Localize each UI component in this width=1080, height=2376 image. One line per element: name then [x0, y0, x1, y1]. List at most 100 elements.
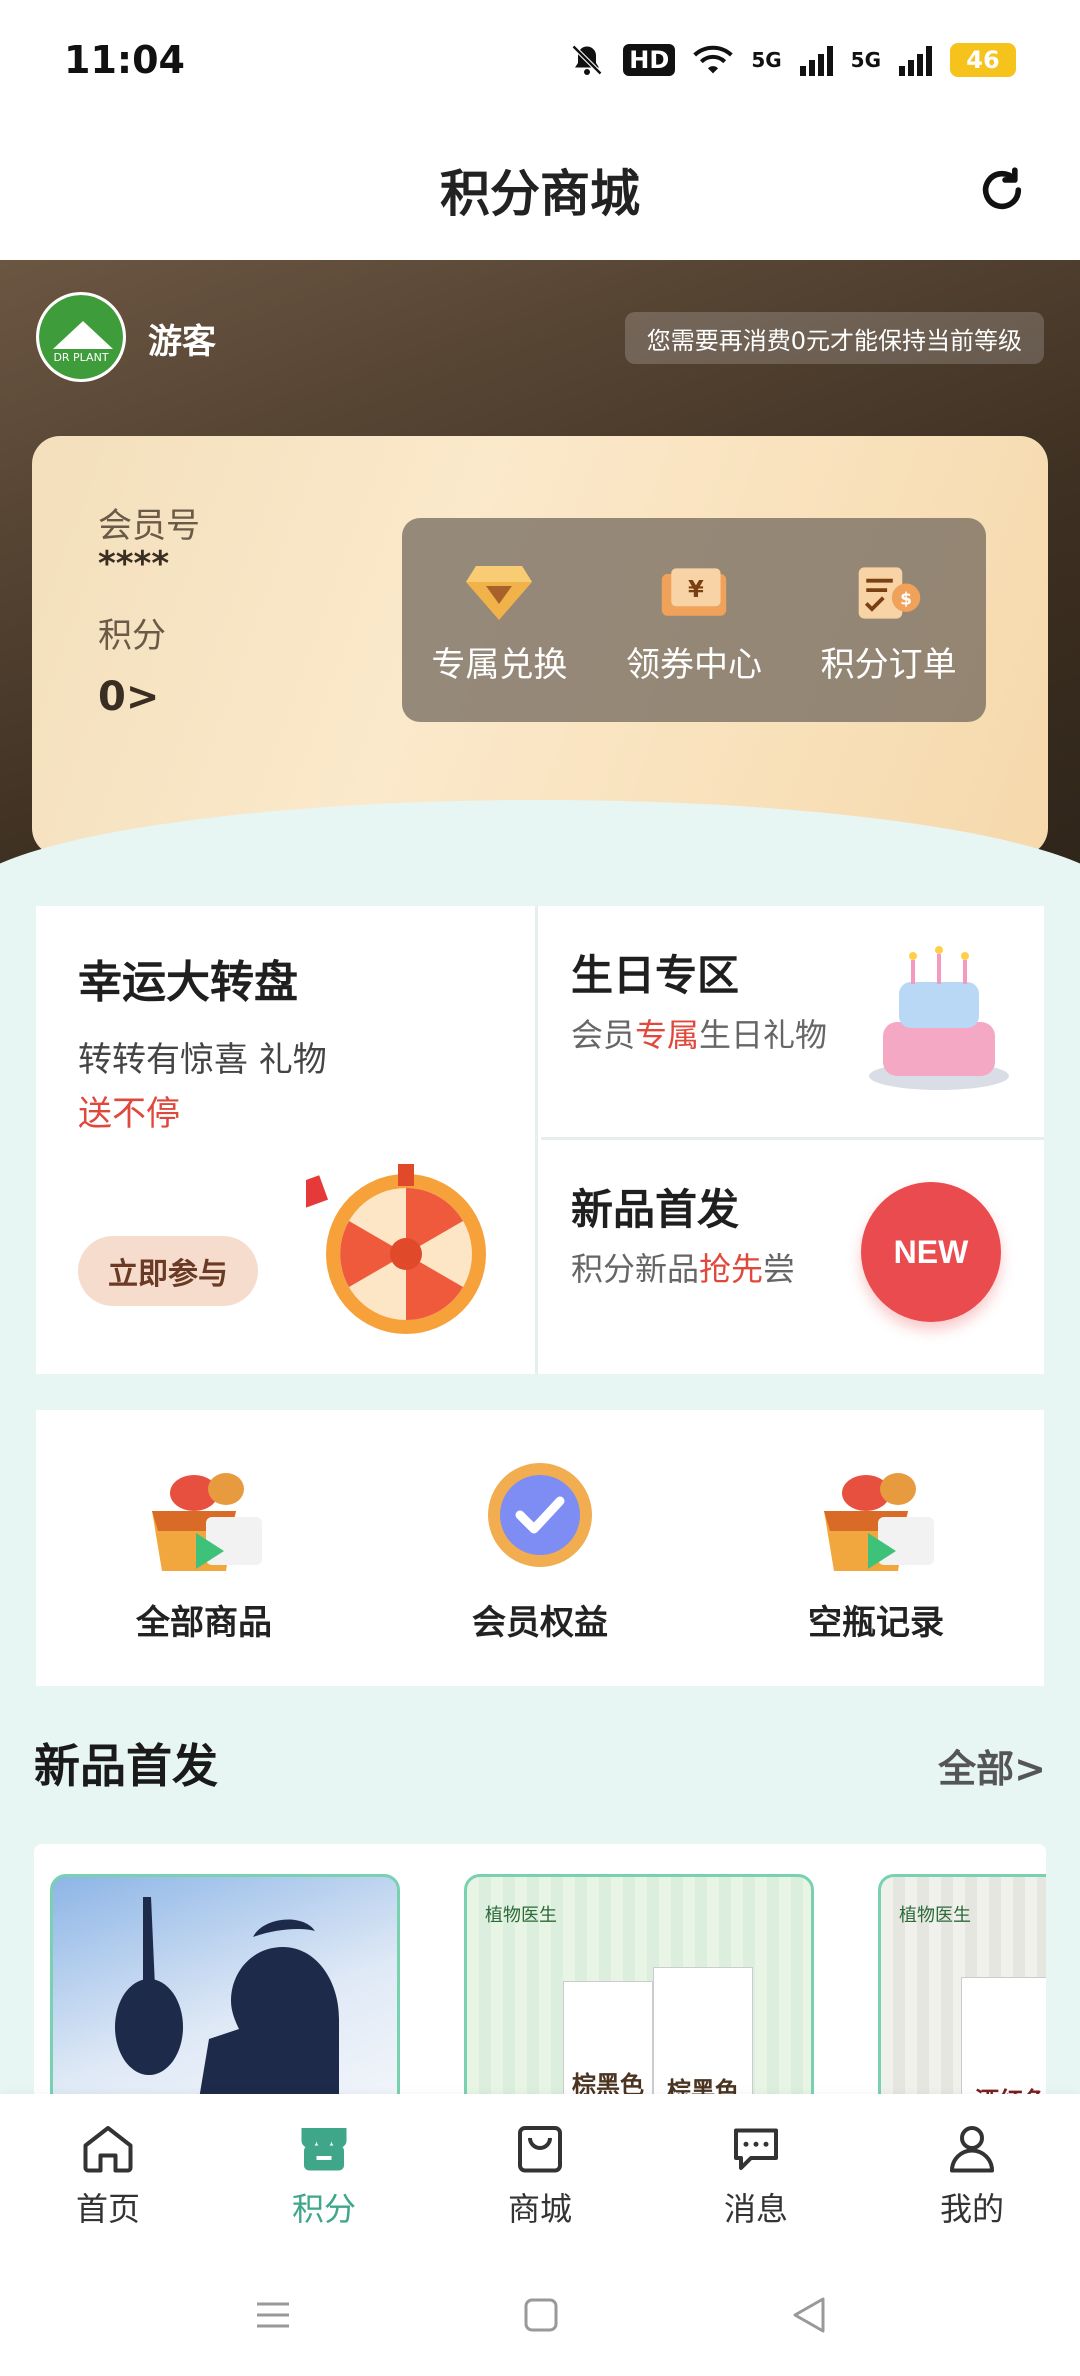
birthday-sub-a: 会员	[571, 1016, 636, 1054]
refresh-icon[interactable]	[974, 162, 1030, 218]
diamond-icon	[466, 565, 533, 620]
quick-action-exclusive-exchange[interactable]: 专属兑换	[431, 563, 567, 686]
network-type-1: 5G	[751, 48, 782, 72]
tab-label: 首页	[75, 2190, 140, 2228]
quick-action-coupon-center[interactable]: ¥ 领券中心	[626, 563, 762, 686]
avatar[interactable]: DR PLANT	[36, 292, 126, 382]
product-box-2: 棕黑色	[653, 1967, 753, 2094]
quick-action-label: 积分订单	[820, 644, 957, 685]
quick-actions: 专属兑换 ¥ 领券中心 $ 积分订单	[402, 518, 986, 722]
product-label: 棕黑色	[572, 2071, 644, 2094]
product-card[interactable]: 植物医生 棕黑色 棕黑色	[464, 1874, 814, 2094]
svg-text:$: $	[900, 589, 912, 609]
new-arrival-sub-a: 积分新品	[571, 1250, 700, 1288]
product-label-2: 棕黑色	[667, 2077, 739, 2094]
lucky-wheel-sub-1: 转转有惊喜 礼物	[78, 1040, 327, 1080]
hd-badge: HD	[623, 44, 676, 76]
prize-wheel-icon	[306, 1164, 486, 1334]
home-square-icon[interactable]	[523, 2297, 559, 2333]
battery-icon: 46	[950, 43, 1016, 77]
points-value[interactable]: 0>	[98, 674, 159, 720]
service-all-goods[interactable]: 全部商品	[74, 1453, 334, 1644]
tab-label: 商城	[507, 2190, 572, 2228]
tab-label: 消息	[723, 2190, 788, 2228]
new-arrival-subtitle: 积分新品抢先尝	[571, 1244, 795, 1290]
join-now-button[interactable]: 立即参与	[78, 1236, 258, 1306]
tab-messages[interactable]: 消息	[676, 2118, 836, 2230]
all-goods-icon	[152, 1472, 262, 1571]
tab-profile[interactable]: 我的	[892, 2118, 1052, 2230]
nav-header: 积分商城	[0, 120, 1080, 260]
member-no-label: 会员号	[98, 506, 200, 546]
profile-icon	[950, 2126, 994, 2173]
product-box: 棕黑色	[563, 1981, 653, 2094]
status-time: 11:04	[64, 38, 185, 82]
member-no-value: ****	[98, 544, 170, 584]
empty-bottle-icon	[824, 1472, 934, 1571]
status-icons: HD 5G 5G 46	[569, 42, 1016, 78]
order-icon: $	[858, 566, 920, 619]
new-arrival-sub-c: 尝	[763, 1250, 796, 1288]
member-benefits-icon	[488, 1462, 592, 1567]
quick-action-points-orders[interactable]: $ 积分订单	[821, 563, 957, 686]
product-carousel: 植物医生 棕黑色 棕黑色 植物医生 酒红色	[34, 1844, 1046, 2094]
back-icon[interactable]	[789, 2295, 827, 2335]
new-arrival-title: 新品首发	[571, 1185, 740, 1234]
member-card: 会员号 **** 积分 0> 专属兑换 ¥ 领券中心 $ 积分订单	[32, 436, 1048, 856]
service-empty-bottle-records[interactable]: 空瓶记录	[746, 1453, 1006, 1644]
tab-home[interactable]: 首页	[28, 2118, 188, 2230]
page-title: 积分商城	[440, 165, 640, 223]
birthday-title: 生日专区	[571, 951, 740, 1000]
quick-action-label: 专属兑换	[431, 644, 568, 685]
system-navigation-bar	[0, 2254, 1080, 2376]
product-card[interactable]: 植物医生 酒红色	[878, 1874, 1046, 2094]
services-row: 全部商品 会员权益 空瓶记录	[36, 1410, 1044, 1686]
product-brand: 植物医生	[899, 1905, 971, 1926]
activity-grid: 幸运大转盘 转转有惊喜 礼物 送不停 立即参与 生日专区 会员专属生日礼物 新品…	[36, 906, 1044, 1374]
service-member-benefits[interactable]: 会员权益	[410, 1453, 670, 1644]
status-bar: 11:04 HD 5G 5G 46	[0, 0, 1080, 120]
product-brand: 植物医生	[485, 1905, 557, 1926]
message-icon	[734, 2128, 778, 2170]
product-label: 酒红色	[962, 2081, 1046, 2094]
avatar-brand-text: DR PLANT	[53, 351, 109, 364]
lucky-wheel-card[interactable]: 幸运大转盘 转转有惊喜 礼物 送不停 立即参与	[36, 906, 538, 1374]
home-icon	[83, 2126, 133, 2173]
new-arrival-sub-b: 抢先	[699, 1250, 764, 1288]
product-card[interactable]	[50, 1874, 400, 2094]
points-shop-icon	[301, 2128, 347, 2171]
tab-shop[interactable]: 商城	[460, 2118, 620, 2230]
lucky-wheel-sub-2: 送不停	[78, 1094, 180, 1134]
coupon-icon: ¥	[661, 567, 727, 616]
network-type-2: 5G	[850, 48, 881, 72]
wifi-icon	[693, 45, 734, 74]
product-image-violinist	[115, 1897, 339, 2094]
username[interactable]: 游客	[148, 314, 216, 363]
mute-bell-icon	[572, 44, 603, 76]
service-label: 空瓶记录	[808, 1602, 944, 1643]
new-badge-icon: NEW	[861, 1182, 1001, 1322]
birthday-sub-c: 生日礼物	[699, 1016, 828, 1054]
product-box: 酒红色	[961, 1977, 1046, 2094]
menu-icon[interactable]	[253, 2298, 293, 2332]
new-arrival-card[interactable]: 新品首发 积分新品抢先尝 NEW	[541, 1140, 1044, 1374]
service-label: 会员权益	[472, 1602, 608, 1643]
birthday-subtitle: 会员专属生日礼物	[571, 1010, 827, 1056]
see-all-link[interactable]: 全部>	[938, 1738, 1046, 1793]
tab-label: 积分	[291, 2190, 356, 2228]
birthday-cake-icon	[869, 946, 1009, 1090]
tab-points[interactable]: 积分	[244, 2118, 404, 2230]
section-title: 新品首发	[34, 1739, 218, 1793]
birthday-zone-card[interactable]: 生日专区 会员专属生日礼物	[541, 906, 1044, 1140]
svg-text:¥: ¥	[688, 576, 704, 602]
birthday-sub-b: 专属	[635, 1016, 700, 1054]
shopping-bag-icon	[518, 2126, 562, 2173]
service-label: 全部商品	[136, 1602, 272, 1643]
hero-banner: DR PLANT 游客 您需要再消费0元才能保持当前等级 会员号 **** 积分…	[0, 260, 1080, 880]
bottom-tab-bar: 首页 积分 商城 消息 我的	[0, 2094, 1080, 2254]
new-badge-text: NEW	[893, 1233, 969, 1270]
quick-action-label: 领券中心	[625, 644, 762, 685]
lucky-wheel-title: 幸运大转盘	[78, 957, 298, 1008]
tab-label: 我的	[939, 2190, 1004, 2228]
signal-icon-2	[899, 44, 932, 76]
